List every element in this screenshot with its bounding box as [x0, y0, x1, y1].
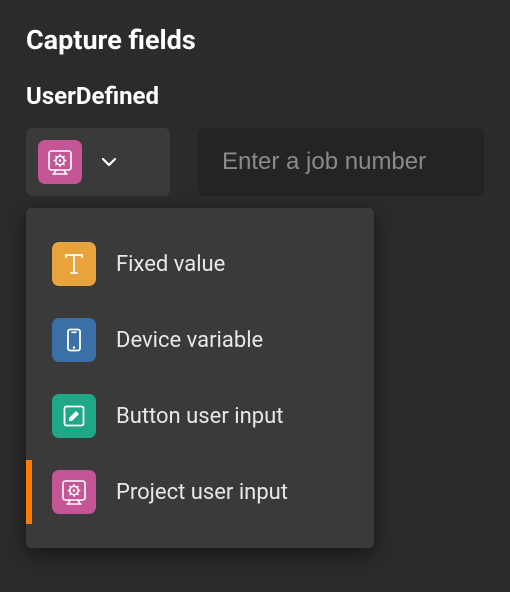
- field-type-dropdown: Fixed value Device variable Button user …: [26, 208, 374, 548]
- menu-item-label: Button user input: [116, 404, 283, 429]
- project-gear-icon: [52, 470, 96, 514]
- pencil-icon: [52, 394, 96, 438]
- menu-item-label: Device variable: [116, 328, 263, 353]
- field-type-selector[interactable]: [26, 128, 170, 196]
- menu-item-button-user-input[interactable]: Button user input: [26, 378, 374, 454]
- menu-item-project-user-input[interactable]: Project user input: [26, 454, 374, 530]
- chevron-down-icon: [100, 153, 118, 171]
- project-gear-icon: [38, 140, 82, 184]
- menu-item-fixed-value[interactable]: Fixed value: [26, 226, 374, 302]
- menu-item-label: Fixed value: [116, 252, 225, 277]
- section-label: UserDefined: [26, 82, 484, 110]
- menu-item-label: Project user input: [116, 480, 288, 505]
- menu-item-device-variable[interactable]: Device variable: [26, 302, 374, 378]
- device-icon: [52, 318, 96, 362]
- text-icon: [52, 242, 96, 286]
- job-number-input[interactable]: [198, 128, 484, 196]
- page-title: Capture fields: [26, 24, 484, 56]
